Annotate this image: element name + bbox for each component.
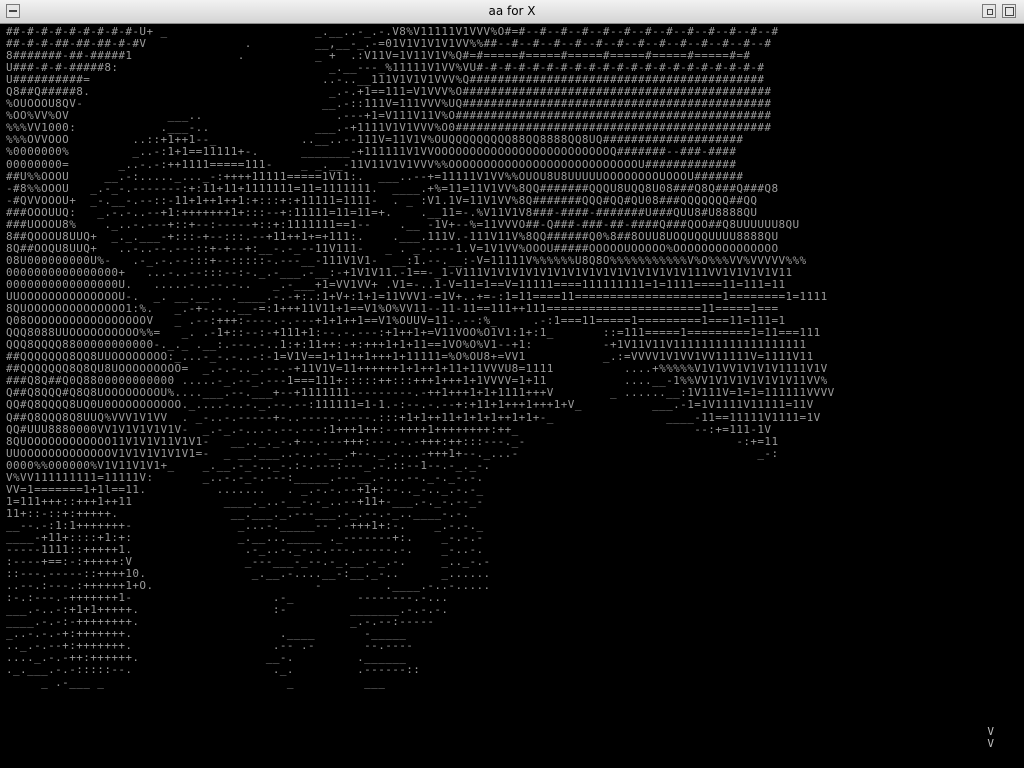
ascii-line: .._.-.--+:+++++++. .-- .- --.----: [6, 639, 414, 653]
ascii-line: Q##Q8QQQ8Q8UUQ%VVV1V1VV . _-..-.-----+-.…: [6, 410, 821, 424]
ascii-line: UUOOOOOOOOOOOOOOU-. _. __.__.. .____.-.-…: [6, 290, 828, 304]
ascii-line: ._.___.-.-:::::--. ._. .------::: [6, 663, 421, 677]
ascii-line: %OO%VV%OV ___.. .---+1=V111V11V%O#######…: [6, 109, 772, 123]
ascii-line: ::---.-----::++++10. _.__.-....__-:__._-…: [6, 567, 491, 581]
ascii-line: V%VV111111111=11111V: _..-.-_-.---:_____…: [6, 470, 484, 484]
ascii-line: -#QVVOOOU+ _-.__-.--::-11+1++1++1:+:::+:…: [6, 193, 758, 207]
ascii-line: ##-#-#-#-#-#-#-#-#-U+ _ _.__..-_.-.V8%V1…: [6, 25, 779, 38]
ascii-line: _..-.-.-+:+++++++. .____ -_____: [6, 627, 407, 641]
ascii-line: QQ#Q8QQQQ8UQ0U0OOOOOOOOOO._....-..-._.--…: [6, 398, 814, 412]
ascii-line: ..--.:---.:++++++1+O. - .____.-..-.....: [6, 579, 491, 593]
ascii-line: 0000000000000000U. .....-..--.-.. _.-___…: [6, 277, 786, 291]
ascii-line: ##-#-#-##-##-##-#-#V . __,__-_.-=01V1V1V…: [6, 37, 772, 51]
ascii-line: ____-+11+::::+1:+: _.__..._____ ._------…: [6, 530, 484, 544]
ascii-line: ##QQQQQQQ8Q8QU8UOOOOOOOOO= _.-.-.._.--.-…: [6, 362, 828, 376]
ascii-line: Q8##Q#####8. _.-.+1==111=V1VVV%O########…: [6, 85, 772, 99]
ascii-art-render: ##-#-#-#-#-#-#-#-#-U+ _ _.__..-_.-.V8%V1…: [6, 25, 835, 689]
ascii-line: QQQ8QQQQ8800000000000-._._ .__:.---.-..1…: [6, 338, 807, 352]
title-bar[interactable]: aa for X: [0, 0, 1024, 24]
ascii-line: U##########= ..-..__111V1V1V1VVV%Q######…: [6, 73, 765, 87]
ascii-line: 0000000000000000+ ...-..--:::--:-._.-___…: [6, 265, 793, 279]
ascii-line: 8#######-##-#####1 . _ + .:V11V=1V11V1V%…: [6, 49, 751, 63]
ascii-line: 8QUOOOOOOOOOOOO11V1V1V11V1V1- __.._._-.+…: [6, 434, 779, 448]
ascii-line: VV=1=======1+1l==11. ....... . _.-.-.--+…: [6, 482, 484, 496]
ascii-line: :-.:---.-+++++++1- .-_ --------.-...: [6, 591, 449, 605]
ascii-line: __--.-:1:1+++++++- _...-._____-- .-+++1+…: [6, 518, 484, 532]
ascii-line: 8QUOOOOOOOOOOOOOO1:%. _.-+-.-..__-=:1+++…: [6, 302, 779, 316]
ascii-line: 1=111+++::+++1++11 ____._..-__-.-_..--+1…: [6, 494, 484, 508]
ascii-line: ##QQQQQQQ8QQ8UUOOOOOOOO:_...-_-.-..-:-1=…: [6, 350, 814, 364]
ascii-line: 0000%%000000%V1V11V1V1+_ _.__.-_-.._-.:-…: [6, 458, 491, 472]
ascii-line: 8Q##OOQU8UUQ+ ..-..--.---::+-+--+:__-.-_…: [6, 241, 779, 255]
ascii-line: QQ#UUU8880000VV1V1V1V1V1V- _.-_.-...-.--…: [6, 422, 772, 436]
window-title: aa for X: [488, 4, 536, 18]
ascii-line: %OUOOOU8QV- __.-::111V=111VVV%UQ########…: [6, 97, 772, 111]
ascii-line: ____.-.-:-++++++++. _.-.--:-----: [6, 615, 435, 629]
ascii-line: %%%OVVOOO ..::+1++1--_ ..__..--111V=11V1…: [6, 133, 744, 147]
ascii-line: 11+::-::+:+++++. __.___._.---___.-_.--.-…: [6, 506, 470, 520]
ascii-line: ###UOOOU8% ._..-.---+::+--:-----+::+:111…: [6, 217, 800, 231]
ascii-line: QQQ8088UUOOOOOOOOOO%%= _. .-1+::--:-+111…: [6, 326, 821, 340]
app-window: aa for X ##-#-#-#-#-#-#-#-#-U+ _ _.__..-…: [0, 0, 1024, 768]
ascii-line: -----1111::+++++1. .-_..-._-.-.---.-----…: [6, 543, 484, 557]
ascii-line: U###-#-#-#####8: _.__---_%11111V1VV%VU#-…: [6, 61, 765, 75]
ascii-line: 08U000000000U%- .-_.-.--:::+--:::::-.---…: [6, 253, 807, 267]
ascii-line: Q##Q8QQQ#Q8Q8UOOOOOOOOU%....___.--.___+-…: [6, 386, 835, 400]
ascii-line: %%%VV1000: .___-.. ___.-+1111V1V1VVV%O0#…: [6, 121, 772, 135]
ascii-line: UUOOOOOOOOOOOOOV1V1V1V1V1V1=- _ __.___..…: [6, 446, 779, 460]
ascii-line: _ .-___ _ _ ___: [41, 675, 386, 689]
ascii-canvas: ##-#-#-#-#-#-#-#-#-U+ _ _.__..-_.-.V8%V1…: [0, 24, 1024, 768]
minimize-icon[interactable]: [982, 4, 996, 18]
maximize-icon[interactable]: [1002, 4, 1016, 18]
ascii-line: ###Q8Q##Q0Q8800000000000 .....-_.--_.---…: [6, 374, 828, 388]
corner-glyphs: V V: [987, 725, 994, 750]
ascii-line: :----+==:-:+++++:V _---___-_--.-_.__.-_.…: [6, 555, 491, 569]
ascii-line: 8##QOOOU8UUQ+ _._.___-+:::-+--:::.--+11+…: [6, 229, 779, 243]
ascii-line: ##U%%OOOU __.-:....._..._-:++++11111====…: [6, 169, 744, 183]
ascii-line: ___.-..-:+1+1+++++. :- _______.-.-.-.: [6, 603, 449, 617]
ascii-line: 00000000= _..-.-:++1111=====111- _ _.__-…: [6, 157, 737, 171]
ascii-line: ###OOOUUQ: _.-.-..--+1:+++++++1+:::--+:1…: [6, 205, 758, 219]
ascii-line: ...._.-.-++:++++++. __-. .______: [6, 651, 407, 665]
ascii-line: Q08OOOOOOOOOOOOOOOOOV _ .--:+++:----.-.-…: [6, 314, 786, 328]
ascii-line: %0000000% _..-:1+1==11111+-. _______-+11…: [6, 145, 737, 159]
ascii-line: -#8%%OOOU _.-_-.-------:+:11+11+1111111=…: [6, 181, 779, 195]
